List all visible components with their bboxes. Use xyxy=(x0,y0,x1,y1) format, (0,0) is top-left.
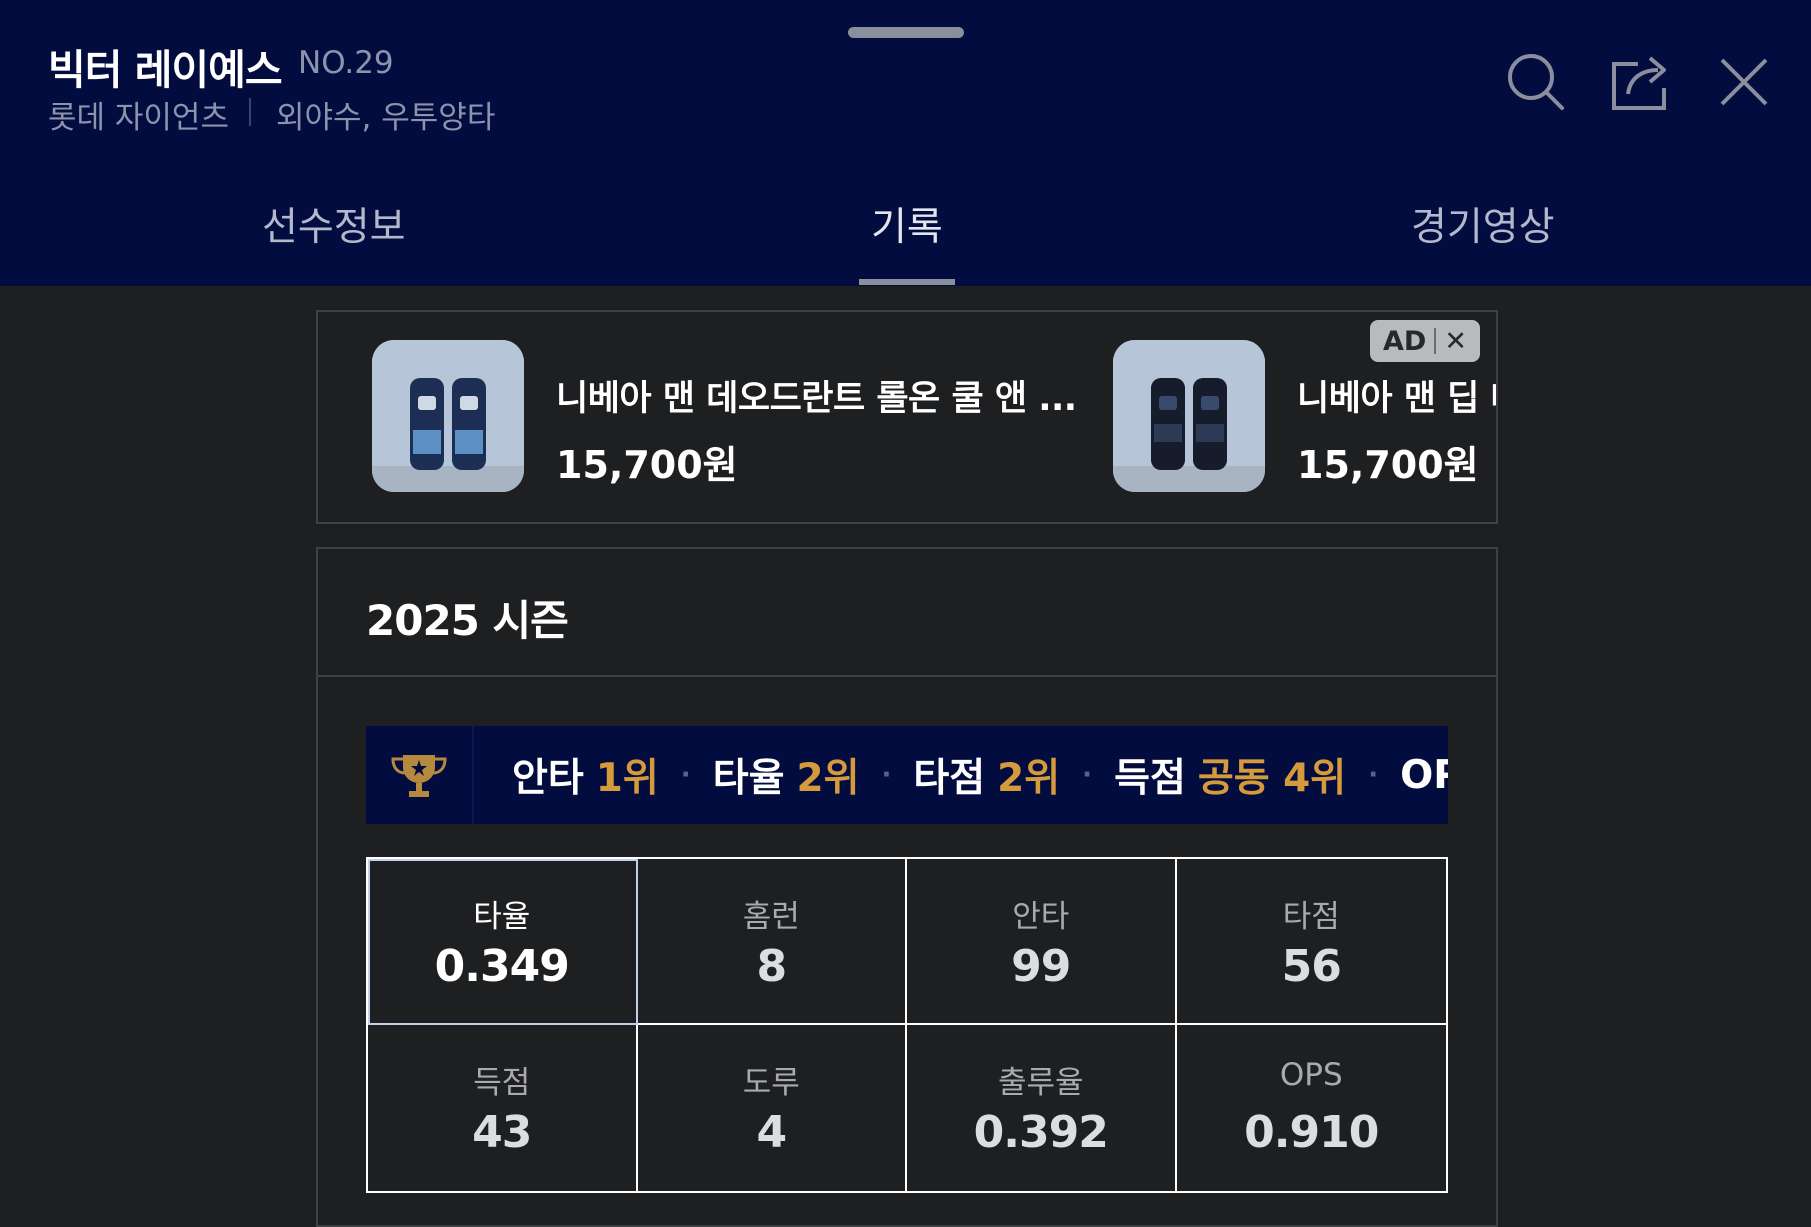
ranking-banner[interactable]: 안타 1위 · 타율 2위 · 타점 2위 · 득점 공동 4위 · OPS xyxy=(366,726,1448,824)
season-panel: 2025 시즌 안타 1위 · 타율 2위 · 타점 2위 · 득점 공동 4위… xyxy=(316,547,1498,1227)
player-header: 빅터 레이예스 NO.29 롯데 자이언츠 외야수, 우투양타 선수정보 기록 … xyxy=(0,0,1811,286)
stat-label: 타점 xyxy=(1282,899,1340,935)
close-icon[interactable] xyxy=(1712,50,1776,114)
ranking-separator: · xyxy=(1082,760,1093,790)
tab-records[interactable]: 기록 xyxy=(871,196,943,252)
stat-value: 0.392 xyxy=(973,1107,1109,1158)
product-image xyxy=(1113,340,1265,492)
stat-label: 홈런 xyxy=(742,899,800,935)
stat-cell-rbi[interactable]: 타점 56 xyxy=(1176,859,1446,1025)
stat-label: 도루 xyxy=(742,1065,800,1101)
ranking-value: 1위 xyxy=(595,756,659,801)
ad-banner: 니베아 맨 데오드란트 롤온 쿨 앤 ... 15,700원 니베아 맨 딥 데… xyxy=(316,310,1498,524)
season-title: 2025 시즌 xyxy=(366,596,569,645)
ad-product-price: 15,700원 xyxy=(1297,443,1479,487)
stat-cell-on-base-percentage[interactable]: 출루율 0.392 xyxy=(907,1025,1177,1191)
stat-label: 출루율 xyxy=(997,1065,1084,1101)
stat-value: 99 xyxy=(1011,941,1071,992)
ad-badge[interactable]: AD ✕ xyxy=(1370,320,1480,362)
ad-product-title: 니베아 맨 데오드란트 롤온 쿨 앤 ... xyxy=(556,379,1077,419)
stat-value: 0.349 xyxy=(434,941,570,992)
stat-value: 56 xyxy=(1281,941,1342,992)
stat-cell-ops[interactable]: OPS 0.910 xyxy=(1177,1025,1447,1191)
ranking-value: 공동 4위 xyxy=(1197,756,1347,801)
ranking-separator: · xyxy=(680,760,691,790)
ranking-value: 2위 xyxy=(796,756,860,801)
ad-label: AD xyxy=(1383,325,1427,357)
stat-cell-hits[interactable]: 안타 99 xyxy=(907,859,1177,1025)
ranking-label: 타점 xyxy=(913,756,986,801)
ad-product-title: 니베아 맨 딥 데오드란트 롤온 xyxy=(1297,379,1496,419)
product-image xyxy=(372,340,524,492)
ranking-label: OPS xyxy=(1400,752,1448,798)
player-team: 롯데 자이언츠 xyxy=(48,100,229,136)
trophy-icon xyxy=(366,726,474,824)
stat-cell-home-runs[interactable]: 홈런 8 xyxy=(637,859,907,1025)
stat-value: 4 xyxy=(756,1107,787,1158)
ranking-item: 타율 2위 xyxy=(713,747,860,803)
ranking-separator: · xyxy=(881,760,892,790)
season-divider xyxy=(318,675,1496,677)
stat-label: 득점 xyxy=(473,1065,531,1101)
ranking-item: OPS xyxy=(1400,753,1448,798)
ranking-item: 타점 2위 xyxy=(913,747,1060,803)
stat-cell-stolen-bases[interactable]: 도루 4 xyxy=(638,1025,907,1191)
stat-value: 0.910 xyxy=(1244,1107,1379,1158)
ranking-list: 안타 1위 · 타율 2위 · 타점 2위 · 득점 공동 4위 · OPS xyxy=(512,726,1448,824)
stat-value: 8 xyxy=(756,941,787,992)
player-number: NO.29 xyxy=(298,45,394,81)
stat-label: 타율 xyxy=(473,899,531,935)
ranking-separator: · xyxy=(1368,760,1379,790)
share-icon[interactable] xyxy=(1608,50,1672,114)
stat-cell-batting-average[interactable]: 타율 0.349 xyxy=(368,859,638,1025)
active-tab-indicator xyxy=(859,279,955,285)
stat-label: OPS xyxy=(1279,1057,1343,1093)
ranking-item: 득점 공동 4위 xyxy=(1114,747,1346,803)
stat-label: 안타 xyxy=(1012,899,1070,935)
ad-product-price: 15,700원 xyxy=(556,443,738,487)
ad-close-icon[interactable]: ✕ xyxy=(1444,326,1467,357)
search-icon[interactable] xyxy=(1504,50,1568,114)
ranking-value: 2위 xyxy=(997,756,1061,801)
player-position: 외야수, 우투양타 xyxy=(276,100,496,136)
ranking-item: 안타 1위 xyxy=(512,747,659,803)
tab-game-videos[interactable]: 경기영상 xyxy=(1411,196,1555,252)
ad-badge-separator xyxy=(1434,328,1437,354)
ranking-label: 타율 xyxy=(712,756,785,801)
ranking-label: 안타 xyxy=(512,756,584,801)
ranking-label: 득점 xyxy=(1114,756,1186,801)
tab-player-info[interactable]: 선수정보 xyxy=(262,196,406,252)
season-stats-grid: 타율 0.349 홈런 8 안타 99 타점 56 득점 43 도루 4 출루율… xyxy=(366,857,1448,1193)
team-position-divider xyxy=(249,98,251,126)
stat-cell-runs[interactable]: 득점 43 xyxy=(368,1025,638,1191)
drag-handle[interactable] xyxy=(848,27,964,38)
player-name: 빅터 레이예스 xyxy=(48,46,283,94)
stat-value: 43 xyxy=(472,1107,532,1158)
